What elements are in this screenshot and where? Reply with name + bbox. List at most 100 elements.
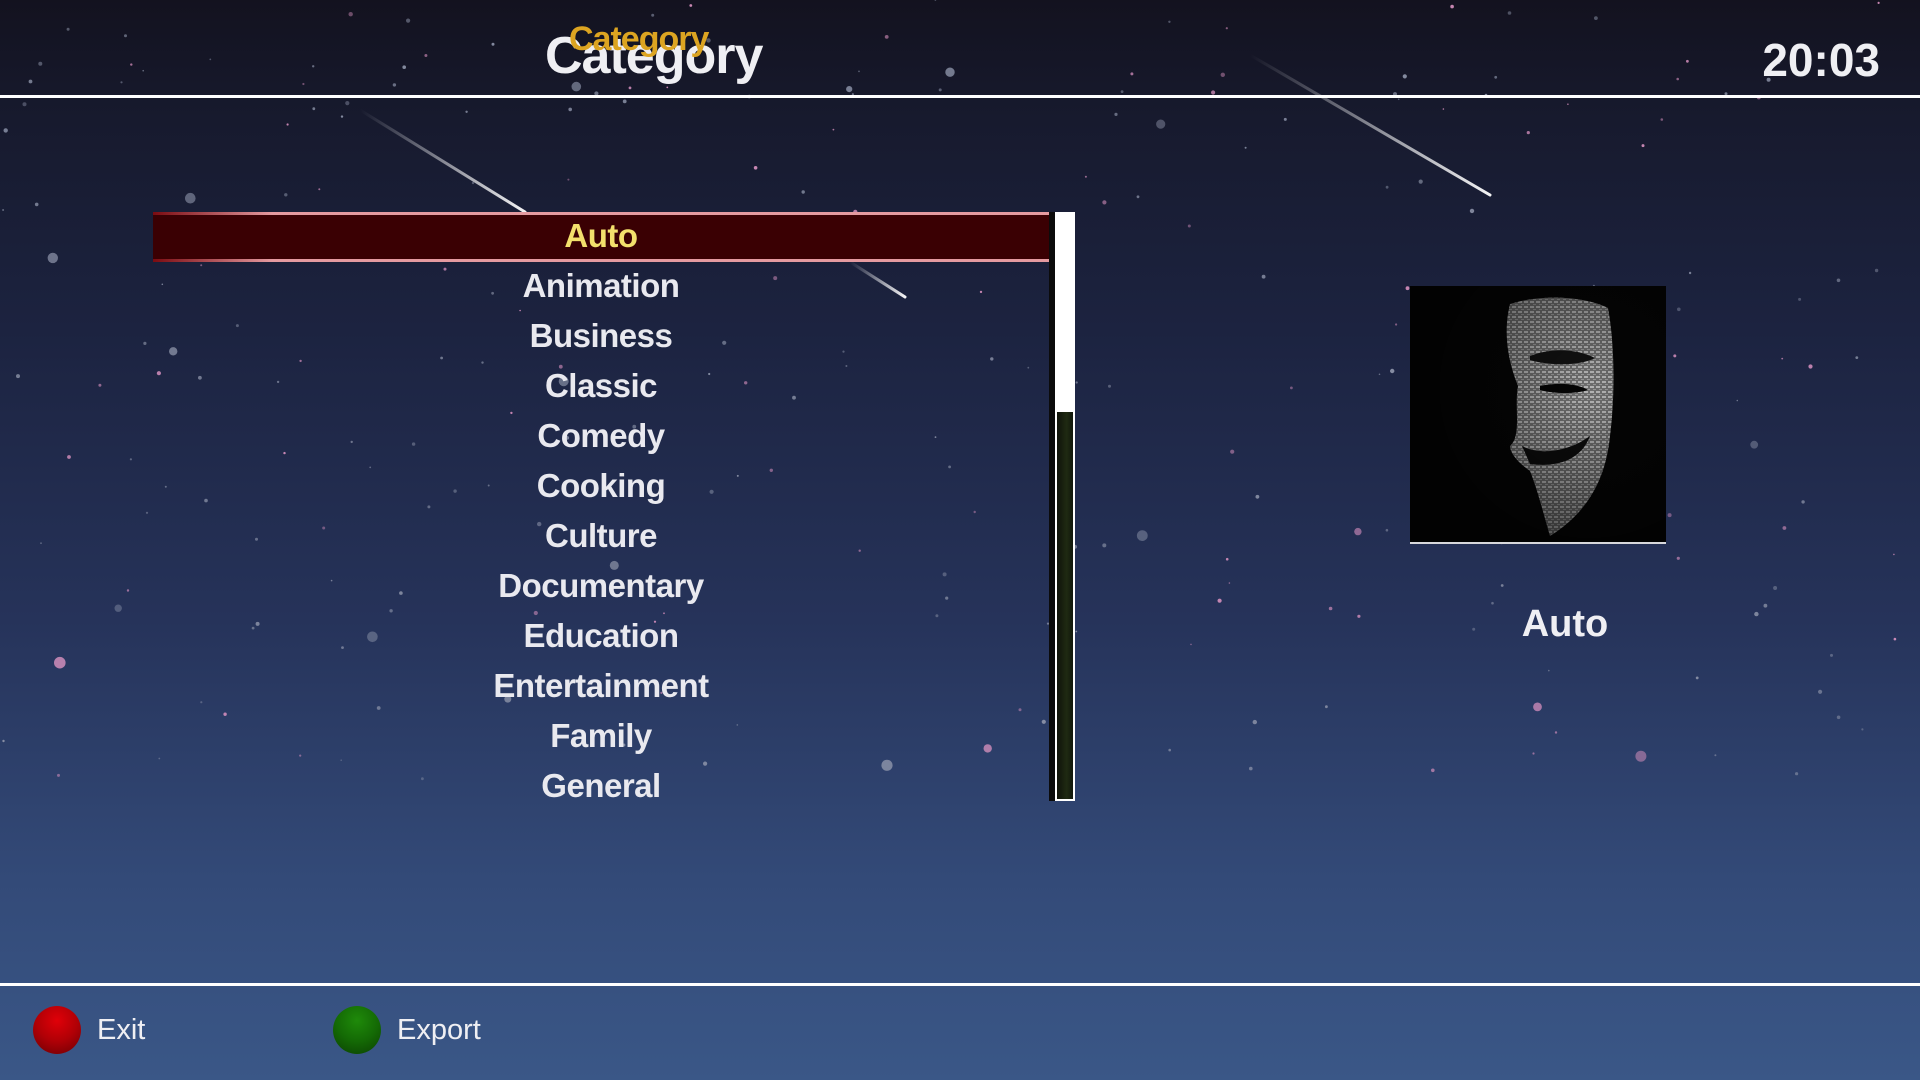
star [1136,530,1148,541]
star [16,374,20,379]
category-item[interactable]: Family [153,712,1049,762]
star [1102,200,1107,205]
star [1385,185,1389,189]
star [286,123,289,126]
star [1217,598,1222,603]
star [1230,449,1235,454]
star [1660,118,1664,121]
star [2,739,5,743]
star [1676,556,1680,560]
star [1442,108,1445,110]
category-item[interactable]: Animation [153,262,1049,312]
shooting-star [1248,53,1492,197]
star [884,35,889,39]
category-item[interactable]: Entertainment [153,662,1049,712]
category-item[interactable]: Culture [153,512,1049,562]
star [1754,611,1759,617]
star [1801,500,1805,504]
star [1328,606,1333,611]
star [1405,286,1410,291]
category-item[interactable]: Education [153,612,1049,662]
star [1130,72,1134,76]
star [846,86,853,93]
star [1418,179,1423,184]
star [934,0,937,1]
preview-label: Auto [1521,603,1609,645]
star [345,101,350,106]
list-scrollbar[interactable] [1049,212,1075,801]
star [185,192,196,204]
star [471,181,475,185]
category-item[interactable]: Business [153,312,1049,362]
star [1714,754,1717,757]
star [1225,27,1228,30]
export-button[interactable]: Export [333,1004,481,1056]
star [1635,750,1647,762]
star [1500,584,1504,587]
star [1818,689,1823,694]
star [801,190,805,194]
star [1641,144,1645,148]
star [1686,59,1689,63]
star [1836,715,1841,720]
star [1773,586,1778,590]
scrollbar-thumb[interactable] [1055,212,1075,412]
star [1763,603,1768,608]
export-label: Export [397,1013,481,1046]
category-item[interactable]: Classic [153,362,1049,412]
star [1548,669,1550,672]
star [340,115,344,118]
star [1554,731,1558,734]
star [3,128,8,133]
star [832,128,835,131]
star [1075,630,1078,633]
footer-divider [0,983,1920,986]
category-item[interactable]: General [153,762,1049,812]
star [66,27,70,31]
star [1252,719,1258,725]
star [392,83,397,87]
star [1855,356,1859,359]
star [622,99,627,104]
star [67,455,71,459]
star [1469,208,1475,214]
star [47,252,58,264]
star [120,81,123,84]
star [424,54,428,57]
star [284,193,288,197]
star [1861,728,1864,731]
star [1261,274,1266,279]
green-key-icon [333,1006,381,1054]
star [1673,354,1677,358]
star [1397,98,1400,101]
star [126,589,130,592]
star [1567,103,1569,105]
exit-button[interactable]: Exit [33,1004,145,1056]
clock: 20:03 [1762,34,1880,86]
red-key-icon [33,1006,81,1054]
star [1390,368,1395,374]
star [1190,643,1192,646]
star [666,86,669,89]
category-item[interactable]: Cooking [153,462,1049,512]
star [1136,195,1140,199]
star [628,86,632,90]
category-list[interactable]: Auto Animation Business Classic Comedy C… [153,212,1049,812]
star [1156,119,1166,129]
star [22,102,27,107]
category-item[interactable]: Auto [153,212,1049,262]
star [209,58,212,61]
star [1378,373,1381,376]
star [34,202,39,207]
category-item[interactable]: Documentary [153,562,1049,612]
star [1168,20,1171,23]
shooting-star [358,108,527,214]
star [1893,553,1895,556]
star [1830,653,1833,657]
star [1874,268,1879,273]
category-item[interactable]: Comedy [153,412,1049,462]
star [40,542,42,545]
star [1688,271,1692,275]
star [1168,748,1171,752]
star [1677,307,1681,312]
